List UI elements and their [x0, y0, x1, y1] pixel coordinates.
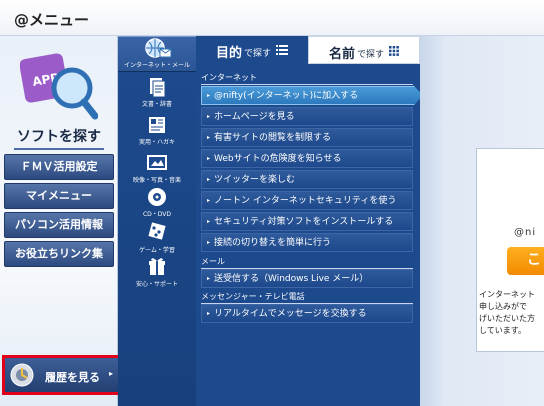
category-game-learning[interactable]: ゲーム・学習	[118, 220, 196, 258]
menu-item-label: ホームページを見る	[214, 112, 295, 122]
safety-support-icon	[149, 258, 165, 275]
tab-purpose-big: 目的	[216, 46, 243, 61]
menu-item-label: @nifty(インターネット)に加入する	[214, 91, 359, 101]
menu-item-norton[interactable]: ▸ ノートン インターネットセキュリティを使う	[201, 191, 413, 210]
category-label: CD・DVD	[142, 211, 172, 218]
history-icon	[9, 362, 35, 388]
practical-postcard-icon	[149, 117, 165, 133]
category-label: ゲーム・学習	[139, 247, 175, 254]
category-internet-mail[interactable]: インターネット・メール	[118, 36, 196, 72]
menu-item-send-receive-mail[interactable]: ▸ 送受信する（Windows Live メール）	[201, 269, 413, 288]
window-title: @メニュー	[14, 11, 90, 29]
section-internet: インターネット	[201, 72, 413, 85]
arrow-icon: ▸	[207, 92, 211, 99]
video-photo-music-icon	[147, 155, 167, 170]
list-icon	[276, 45, 288, 55]
menu-panel: インターネット ▸ @nifty(インターネット)に加入する ▸ ホームページを見る…	[196, 64, 423, 406]
section-mail: メール	[201, 256, 413, 269]
detail-action-button[interactable]: こ	[507, 247, 544, 275]
arrow-icon: ▸	[207, 310, 211, 317]
menu-item-label: Webサイトの危険度を知らせる	[214, 154, 342, 164]
tab-name-big: 名前	[329, 47, 356, 62]
menu-item-label: ノートン インターネットセキュリティを使う	[214, 196, 397, 206]
view-history-button[interactable]: 履歴を見る ▸	[2, 355, 122, 395]
menu-item-label: 送受信する（Windows Live メール）	[214, 274, 369, 284]
menu-item-restrict-harmful-sites[interactable]: ▸ 有害サイトの閲覧を制限する	[201, 128, 413, 147]
menu-item-label: ツイッターを楽しむ	[214, 175, 296, 185]
history-label: 履歴を見る	[45, 371, 100, 384]
arrow-icon: ▸	[207, 275, 211, 282]
description-line: げいただいた方	[479, 314, 535, 323]
history-arrow-icon: ▸	[108, 369, 113, 378]
game-learning-icon	[148, 222, 166, 240]
category-label: 安心・サポート	[135, 281, 178, 288]
description-line: しています。	[479, 326, 526, 335]
arrow-icon: ▸	[207, 239, 211, 246]
app-search-icon[interactable]: APP	[19, 50, 99, 122]
arrow-icon: ▸	[207, 197, 211, 204]
left-panel: APP ソフトを探す ＦＭＶ活用設定 マイメニュー パソコン活用情報 お役立ちリ…	[0, 36, 118, 406]
menu-item-switch-connection[interactable]: ▸ 接続の切り替えを簡単に行う	[201, 233, 413, 252]
menu-item-join-nifty[interactable]: ▸ @nifty(インターネット)に加入する	[201, 86, 423, 105]
arrow-icon: ▸	[207, 176, 211, 183]
category-label: インターネット・メール	[123, 62, 190, 69]
useful-links-button[interactable]: お役立ちリンク集	[4, 241, 114, 267]
menu-item-website-risk[interactable]: ▸ Webサイトの危険度を知らせる	[201, 149, 413, 168]
tab-purpose-small: で探す	[244, 49, 272, 59]
menu-item-label: リアルタイムでメッセージを交換する	[214, 309, 367, 319]
category-label: 文書・辞書	[141, 101, 172, 108]
menu-item-label: 接続の切り替えを簡単に行う	[214, 238, 332, 248]
category-safety-support[interactable]: 安心・サポート	[118, 256, 196, 294]
detail-panel: @ni こ インターネット 申し込みがで げいただいた方 しています。	[420, 36, 544, 406]
category-document-dictionary[interactable]: 文書・辞書	[118, 76, 196, 114]
nifty-text: @ni	[514, 227, 537, 238]
category-column: インターネット・メール 文書・辞書 実用・ハガキ 映像・写真・音楽 CD・DVD…	[118, 36, 196, 406]
description-line: 申し込みがで	[479, 302, 527, 311]
grid-icon	[389, 46, 399, 56]
category-cd-dvd[interactable]: CD・DVD	[118, 186, 196, 224]
tab-name-small: で探す	[357, 50, 385, 60]
my-menu-button[interactable]: マイメニュー	[4, 183, 114, 209]
description-line: インターネット	[479, 290, 535, 299]
document-dictionary-icon	[150, 78, 166, 98]
menu-item-label: セキュリティ対策ソフトをインストールする	[214, 217, 394, 227]
fmv-settings-button[interactable]: ＦＭＶ活用設定	[4, 154, 114, 180]
menu-item-install-security[interactable]: ▸ セキュリティ対策ソフトをインストールする	[201, 212, 413, 231]
section-messenger: メッセンジャー・テレビ電話	[201, 291, 413, 304]
title-bar: @メニュー	[0, 0, 544, 36]
detail-card: @ni こ インターネット 申し込みがで げいただいた方 しています。	[476, 148, 544, 352]
arrow-icon: ▸	[207, 134, 211, 141]
arrow-icon: ▸	[207, 218, 211, 225]
pc-info-button[interactable]: パソコン活用情報	[4, 212, 114, 238]
category-video-photo-music[interactable]: 映像・写真・音楽	[118, 152, 196, 190]
menu-item-label: 有害サイトの閲覧を制限する	[214, 133, 332, 143]
tab-search-by-name[interactable]: 名前 で探す	[308, 36, 420, 64]
category-label: 実用・ハガキ	[138, 139, 175, 146]
tab-search-by-purpose[interactable]: 目的 で探す	[196, 36, 308, 64]
find-software-label: ソフトを探す	[17, 129, 101, 145]
menu-item-view-homepage[interactable]: ▸ ホームページを見る	[201, 107, 413, 126]
internet-mail-icon	[145, 38, 172, 58]
category-practical-postcard[interactable]: 実用・ハガキ	[118, 114, 196, 152]
detail-description: インターネット 申し込みがで げいただいた方 しています。	[479, 289, 544, 337]
cd-dvd-icon	[148, 188, 166, 206]
menu-item-twitter[interactable]: ▸ ツイッターを楽しむ	[201, 170, 413, 189]
category-label: 映像・写真・音楽	[132, 177, 181, 184]
arrow-icon: ▸	[207, 155, 211, 162]
menu-item-realtime-messaging[interactable]: ▸ リアルタイムでメッセージを交換する	[201, 304, 413, 323]
divider	[14, 148, 104, 150]
arrow-icon: ▸	[207, 113, 211, 120]
